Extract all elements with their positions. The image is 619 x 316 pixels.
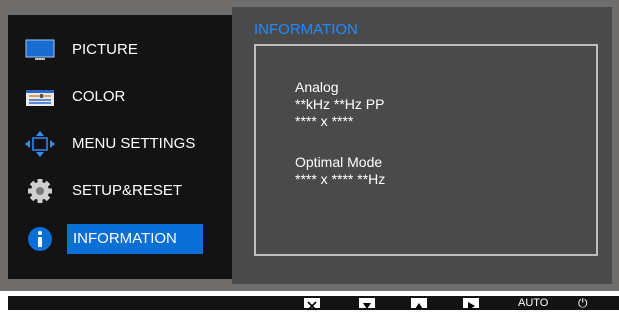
menu-item-information[interactable]: INFORMATION [8, 219, 232, 259]
auto-button[interactable]: AUTO [518, 296, 548, 310]
optimal-mode-value: **** x **** **Hz [295, 171, 386, 187]
menu-item-color[interactable]: COLOR [8, 77, 232, 117]
key-guide-bar: AUTO ⏻ [8, 296, 619, 311]
panel-title: INFORMATION [254, 21, 358, 38]
menu-item-label: SETUP&RESET [72, 182, 183, 199]
menu-item-setup-reset[interactable]: SETUP&RESET [8, 171, 232, 211]
close-key-icon[interactable] [304, 298, 320, 311]
monitor-icon [25, 37, 55, 63]
color-icon [25, 84, 55, 110]
information-panel: INFORMATION Analog **kHz **Hz PP **** x … [232, 7, 612, 284]
info-icon [25, 226, 55, 252]
optimal-mode-label: Optimal Mode [295, 154, 383, 170]
menu-item-label: COLOR [72, 88, 126, 105]
power-icon[interactable]: ⏻ [578, 296, 588, 310]
menu-item-label: INFORMATION [67, 224, 203, 254]
menu-item-label: MENU SETTINGS [72, 135, 196, 152]
osd-frame: PICTURE COLOR MENU SETTINGS SETUP&RESET … [0, 0, 619, 291]
frequency: **kHz **Hz PP [295, 96, 385, 112]
signal-type: Analog [295, 79, 339, 95]
gear-icon [25, 178, 55, 204]
down-arrow-icon[interactable] [359, 298, 375, 309]
up-arrow-icon[interactable] [411, 298, 427, 309]
menu-item-picture[interactable]: PICTURE [8, 30, 232, 70]
menu-item-label: PICTURE [72, 41, 138, 58]
side-menu: PICTURE COLOR MENU SETTINGS SETUP&RESET … [8, 15, 232, 279]
right-arrow-icon[interactable] [463, 298, 479, 310]
move-arrows-icon [25, 131, 55, 157]
menu-item-menu-settings[interactable]: MENU SETTINGS [8, 124, 232, 164]
resolution: **** x **** [295, 113, 354, 129]
info-box: Analog **kHz **Hz PP **** x **** Optimal… [254, 44, 598, 256]
